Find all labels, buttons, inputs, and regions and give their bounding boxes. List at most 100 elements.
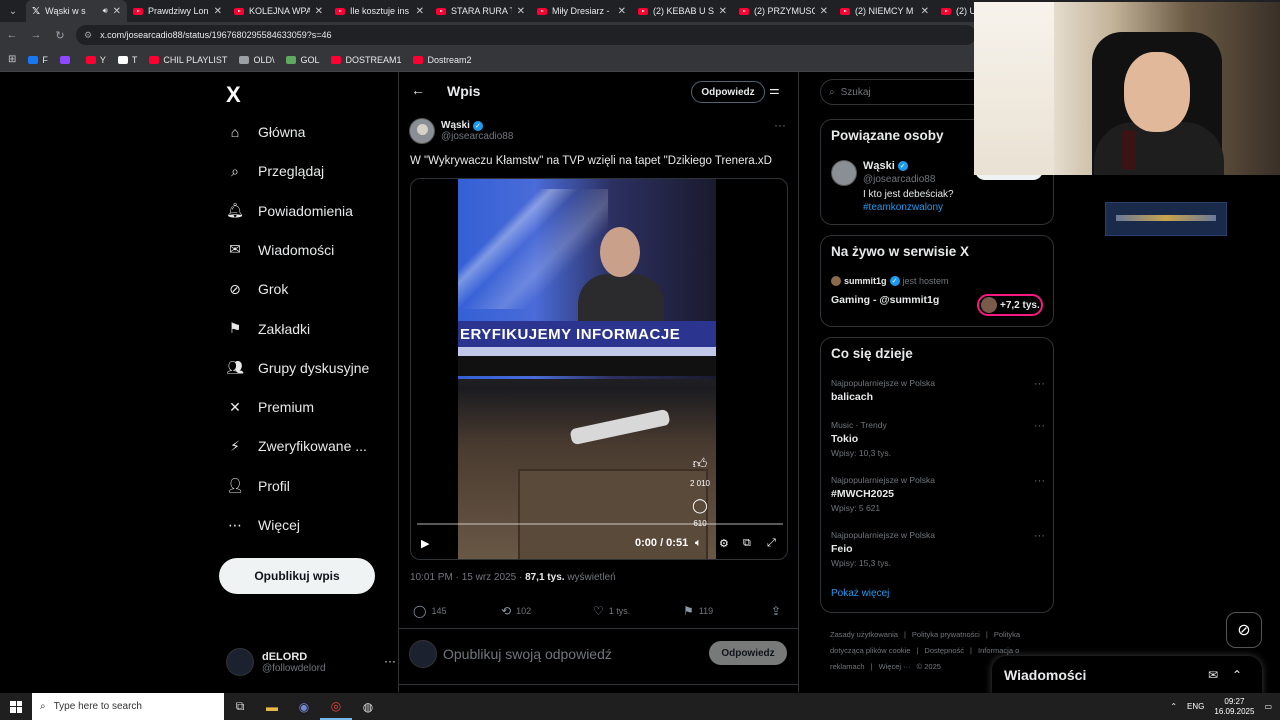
sidebar-item-grok[interactable]: ⊘ Grok (226, 280, 288, 298)
trend-more-icon[interactable]: ··· (1034, 378, 1045, 390)
bookmark-item[interactable] (59, 55, 74, 65)
messages-drawer[interactable]: Wiadomości ✉ ⌃ (992, 656, 1262, 696)
bookmark-item[interactable]: GOL (286, 55, 319, 65)
reply-submit-button[interactable]: Odpowiedz (709, 641, 787, 665)
bookmark-item[interactable]: T (117, 55, 137, 65)
sidebar-item-person[interactable]: 👤︎ Profil (226, 477, 290, 495)
file-explorer-icon[interactable]: ▬ (256, 693, 288, 720)
tab-close-icon[interactable]: ✕ (921, 6, 929, 17)
browser-tab[interactable]: (2) NIEMCY M ✕ (834, 0, 935, 22)
sidebar-item-bookmark[interactable]: ⚑ Zakładki (226, 320, 310, 338)
browser-tab[interactable]: (2) PRZYMUSO ✕ (733, 0, 834, 22)
bookmark-item[interactable]: OLD\ (239, 55, 274, 65)
like-action[interactable]: ♡ 1 tys. (593, 604, 630, 618)
tab-close-icon[interactable]: ✕ (820, 6, 828, 17)
notifications-icon[interactable]: ▭ (1264, 702, 1272, 711)
footer-link[interactable]: © 2025 (917, 662, 941, 671)
reload-icon[interactable]: ↻ (48, 29, 72, 42)
chrome-icon[interactable]: ◎ (320, 693, 352, 720)
repost-action[interactable]: ⟲ 102 (501, 604, 531, 618)
clock[interactable]: 09:27 16.09.2025 (1214, 697, 1254, 717)
sidebar-item-lightning[interactable]: ⚡︎ Zweryfikowane ... (226, 437, 367, 455)
task-view-icon[interactable]: ⧉ (224, 693, 256, 720)
bookmark-item[interactable]: F (28, 55, 48, 65)
footer-link[interactable]: Więcej ··· (879, 662, 911, 671)
bookmark-item[interactable]: Dostream2 (413, 55, 472, 65)
trend-item[interactable]: Najpopularniejsze w Polska #MWCH2025 Wpisy… (831, 475, 1045, 513)
tab-close-icon[interactable]: ✕ (618, 6, 626, 17)
expand-up-icon[interactable]: ⌃ (1232, 668, 1242, 682)
url-field[interactable]: ⚙ x.com/josearcadio88/status/19676802955… (76, 25, 976, 45)
browser-tab[interactable]: Ile kosztuje ins ✕ (329, 0, 430, 22)
audio-icon[interactable]: 🔊︎ (103, 6, 108, 16)
new-message-icon[interactable]: ✉ (1208, 668, 1218, 682)
video-player[interactable]: ERYFIKUJEMY INFORMACJE 👍︎ 2 010 ◯ 610 ▶ … (410, 178, 788, 560)
author-name[interactable]: Wąski (441, 120, 470, 131)
tab-close-icon[interactable]: ✕ (719, 6, 727, 17)
live-host[interactable]: summit1g ✓ jest hostem (831, 276, 949, 286)
back-arrow-icon[interactable]: ← (411, 82, 425, 98)
site-info-icon[interactable]: ⚙ (84, 30, 92, 41)
post-author[interactable]: Wąski ✓ @josearcadio88 (409, 118, 513, 144)
show-more-link[interactable]: Pokaż więcej (831, 588, 889, 599)
browser-tab[interactable]: (2) KEBAB U SZ ✕ (632, 0, 733, 22)
x-logo-icon[interactable]: X (226, 82, 241, 108)
browser-tab[interactable]: KOLEJNA WPA ✕ (228, 0, 329, 22)
more-icon[interactable]: ··· (384, 654, 396, 668)
tab-close-icon[interactable]: ✕ (517, 6, 525, 17)
hashtag-link[interactable]: #teamkonzwalony (863, 202, 943, 213)
trend-item[interactable]: Najpopularniejsze w Polska balicach ··· (831, 378, 1045, 403)
tray-chevron-icon[interactable]: ⌃ (1170, 702, 1177, 711)
reply-action[interactable]: ◯ 145 (413, 604, 446, 618)
sidebar-item-communities[interactable]: 👥︎ Grupy dyskusyjne (226, 359, 369, 377)
filter-settings-icon[interactable]: ⚌ (769, 83, 780, 97)
video-progress-bar[interactable] (417, 523, 783, 525)
footer-link[interactable]: Dostępność (924, 646, 964, 655)
forward-nav-icon[interactable]: → (24, 29, 48, 41)
apps-icon[interactable]: ⊞ (8, 54, 16, 65)
windows-start-icon[interactable] (0, 693, 32, 720)
video-comment-icon[interactable]: ◯ (685, 497, 715, 514)
author-avatar[interactable] (409, 118, 435, 144)
volume-icon[interactable]: 🔈︎ (695, 537, 702, 550)
sidebar-item-more-circle[interactable]: ⋯ Więcej (226, 516, 300, 534)
trend-more-icon[interactable]: ··· (1034, 530, 1045, 542)
sidebar-item-search[interactable]: ⌕ Przeglądaj (226, 162, 324, 180)
taskbar-search[interactable]: ⌕ Type here to search (32, 693, 224, 720)
tab-search-menu-icon[interactable]: ⌄ (0, 0, 26, 22)
bookmark-item[interactable]: Y (85, 55, 106, 65)
footer-link[interactable]: Zasady użytkowania (830, 630, 898, 639)
tab-close-icon[interactable]: ✕ (214, 6, 222, 17)
related-avatar[interactable] (831, 160, 857, 186)
post-timestamp[interactable]: 10:01 PM · 15 wrz 2025 · (410, 572, 525, 583)
video-like-icon[interactable]: 👍︎ (685, 455, 715, 472)
grok-icon[interactable]: ⊘ (1226, 612, 1262, 648)
live-stream-title[interactable]: Gaming - @summit1g (831, 294, 939, 306)
tab-close-icon[interactable]: ✕ (416, 6, 424, 17)
language-indicator[interactable]: ENG (1187, 702, 1204, 711)
pip-icon[interactable]: ⧉ (743, 537, 751, 550)
live-listeners-badge[interactable]: +7,2 tys. (977, 294, 1043, 316)
tab-close-icon[interactable]: ✕ (315, 6, 323, 17)
browser-tab[interactable]: 𝕏 Wąski w s 🔊︎ ✕ (26, 0, 127, 22)
footer-link[interactable]: Polityka prywatności (912, 630, 980, 639)
reply-header-button[interactable]: Odpowiedz (691, 81, 765, 103)
back-nav-icon[interactable]: ← (0, 29, 24, 41)
trend-item[interactable]: Music · Trendy Tokio Wpisy: 10,3 tys. ··· (831, 420, 1045, 458)
reply-input[interactable]: Opublikuj swoją odpowiedź (443, 646, 612, 662)
bookmark-item[interactable]: CHIL PLAYLIST (149, 55, 227, 65)
discord-icon[interactable]: ◉ (288, 693, 320, 720)
play-icon[interactable]: ▶ (421, 537, 429, 550)
obs-icon[interactable]: ◍ (352, 693, 384, 720)
sidebar-item-mail[interactable]: ✉ Wiadomości (226, 241, 334, 259)
bookmark-action[interactable]: ⚑ 119 (683, 604, 713, 618)
trend-item[interactable]: Najpopularniejsze w Polska Feio Wpisy: 15,… (831, 530, 1045, 568)
fullscreen-icon[interactable]: ⤢ (767, 537, 776, 550)
publish-post-button[interactable]: Opublikuj wpis (219, 558, 375, 594)
sidebar-item-bell[interactable]: 🔔︎ Powiadomienia (226, 202, 353, 220)
browser-tab[interactable]: STARA RURA T ✕ (430, 0, 531, 22)
sidebar-item-home[interactable]: ⌂ Główna (226, 123, 306, 141)
settings-icon[interactable]: ⚙ (719, 537, 729, 550)
browser-tab[interactable]: Prawdziwy Lon ✕ (127, 0, 228, 22)
trend-more-icon[interactable]: ··· (1034, 420, 1045, 432)
